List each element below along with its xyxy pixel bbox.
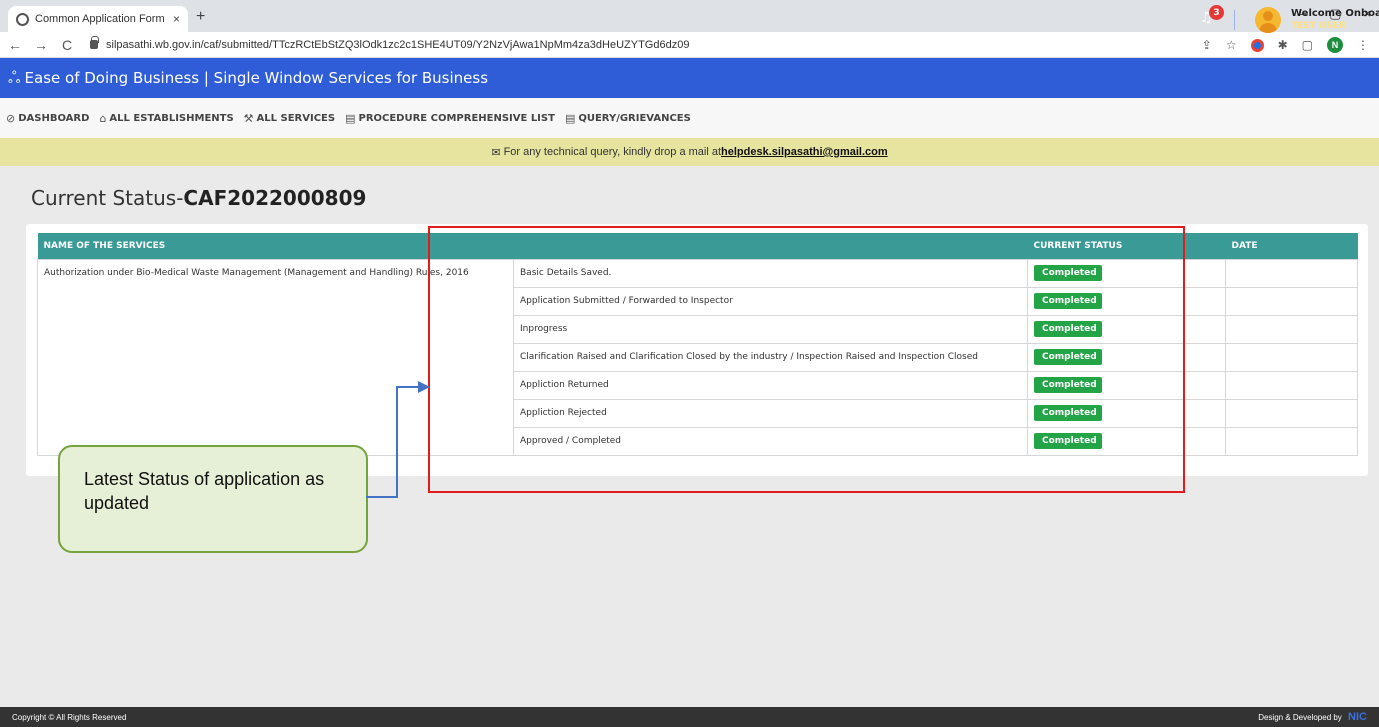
notice-banner: ✉ For any technical query, kindly drop a… (0, 138, 1379, 166)
toolbar-extensions: ⇪ ☆ ✱ ▢ N ⋮ (1202, 37, 1369, 53)
sidebar-icon[interactable]: ▢ (1302, 38, 1313, 52)
globe-icon (16, 12, 29, 26)
back-button[interactable]: ← (4, 37, 26, 53)
main-nav: ⊘ DASHBOARD ⌂ ALL ESTABLISHMENTS ⚒ ALL S… (0, 98, 1379, 138)
date-cell (1225, 426, 1358, 456)
app-header: ஃ Ease of Doing Business | Single Window… (0, 58, 1379, 98)
welcome-text: Welcome Onboard (1291, 8, 1379, 19)
reload-button[interactable]: C (56, 37, 78, 53)
nav-all-services[interactable]: ⚒ ALL SERVICES (244, 112, 335, 125)
forward-button[interactable]: → (30, 37, 52, 53)
nav-label: DASHBOARD (18, 112, 90, 124)
notice-text: For any technical query, kindly drop a m… (503, 146, 722, 158)
wrench-icon: ⚒ (243, 111, 254, 125)
annotation-callout: Latest Status of application as updated (58, 445, 368, 553)
brand-title: Ease of Doing Business | Single Window S… (24, 69, 489, 87)
building-icon: ⌂ (99, 111, 107, 125)
footer: Copyright © All Rights Reserved Design &… (0, 707, 1379, 727)
puzzle-icon[interactable]: ✱ (1278, 38, 1288, 52)
helpdesk-email-link[interactable]: helpdesk.silpasathi@gmail.com (721, 146, 888, 158)
title-prefix: Current Status- (31, 186, 184, 210)
date-cell (1225, 398, 1358, 428)
page-title: Current Status-CAF2022000809 (31, 186, 366, 210)
browser-toolbar: ← → C silpasathi.wb.gov.in/caf/submitted… (0, 32, 1379, 58)
brand[interactable]: ஃ Ease of Doing Business | Single Window… (8, 68, 488, 89)
dashboard-icon: ⊘ (6, 111, 16, 125)
nav-dashboard[interactable]: ⊘ DASHBOARD (6, 112, 89, 125)
browser-tab[interactable]: Common Application Form Previ × (8, 6, 188, 32)
date-cell (1225, 314, 1358, 344)
date-cell (1225, 342, 1358, 372)
copyright-text: Copyright © All Rights Reserved (12, 712, 127, 722)
tab-close-icon[interactable]: × (173, 12, 180, 26)
url-text: silpasathi.wb.gov.in/caf/submitted/TTczR… (106, 38, 690, 51)
nav-procedure-list[interactable]: ▤ PROCEDURE COMPREHENSIVE LIST (345, 112, 555, 125)
date-cell (1225, 370, 1358, 400)
callout-text: Latest Status of application as updated (84, 469, 325, 513)
nav-label: PROCEDURE COMPREHENSIVE LIST (358, 112, 555, 124)
date-cell (1225, 286, 1358, 316)
notification-badge: 3 (1209, 5, 1224, 20)
developer-text: Design & Developed by (1258, 713, 1342, 722)
list-icon: ▤ (345, 111, 356, 125)
developer-credit: Design & Developed by NIC (1258, 711, 1367, 723)
address-bar[interactable]: silpasathi.wb.gov.in/caf/submitted/TTczR… (90, 36, 690, 51)
nav-label: QUERY/GRIEVANCES (578, 112, 691, 124)
date-cell (1225, 258, 1358, 288)
nav-all-establishments[interactable]: ⌂ ALL ESTABLISHMENTS (99, 112, 233, 125)
lock-icon (90, 36, 99, 49)
highlight-box (428, 226, 1185, 493)
user-name: TEST USER (1291, 21, 1346, 31)
tab-title: Common Application Form Previ (35, 13, 167, 25)
header-divider (1234, 10, 1235, 30)
extension-icon[interactable] (1250, 38, 1264, 52)
brand-logo-icon: ஃ (8, 67, 21, 87)
menu-kebab-icon[interactable]: ⋮ (1357, 38, 1369, 52)
browser-tab-strip: Common Application Form Previ × + ∨ – ▢ … (0, 0, 1379, 32)
caf-number: CAF2022000809 (183, 186, 367, 210)
bookmark-star-icon[interactable]: ☆ (1226, 38, 1237, 52)
nav-label: ALL SERVICES (256, 112, 336, 124)
share-icon[interactable]: ⇪ (1202, 38, 1212, 52)
nav-label: ALL ESTABLISHMENTS (109, 112, 234, 124)
nav-query-grievances[interactable]: ▤ QUERY/GRIEVANCES (565, 112, 691, 125)
col-header-date: DATE (1225, 233, 1358, 259)
envelope-icon: ✉ (491, 146, 501, 159)
list-icon: ▤ (564, 111, 576, 125)
new-tab-button[interactable]: + (196, 8, 205, 26)
avatar[interactable] (1255, 7, 1281, 33)
nic-logo[interactable]: NIC (1348, 711, 1367, 723)
user-menu[interactable]: Welcome Onboard TEST USER (1291, 8, 1379, 32)
profile-avatar[interactable]: N (1327, 37, 1343, 53)
